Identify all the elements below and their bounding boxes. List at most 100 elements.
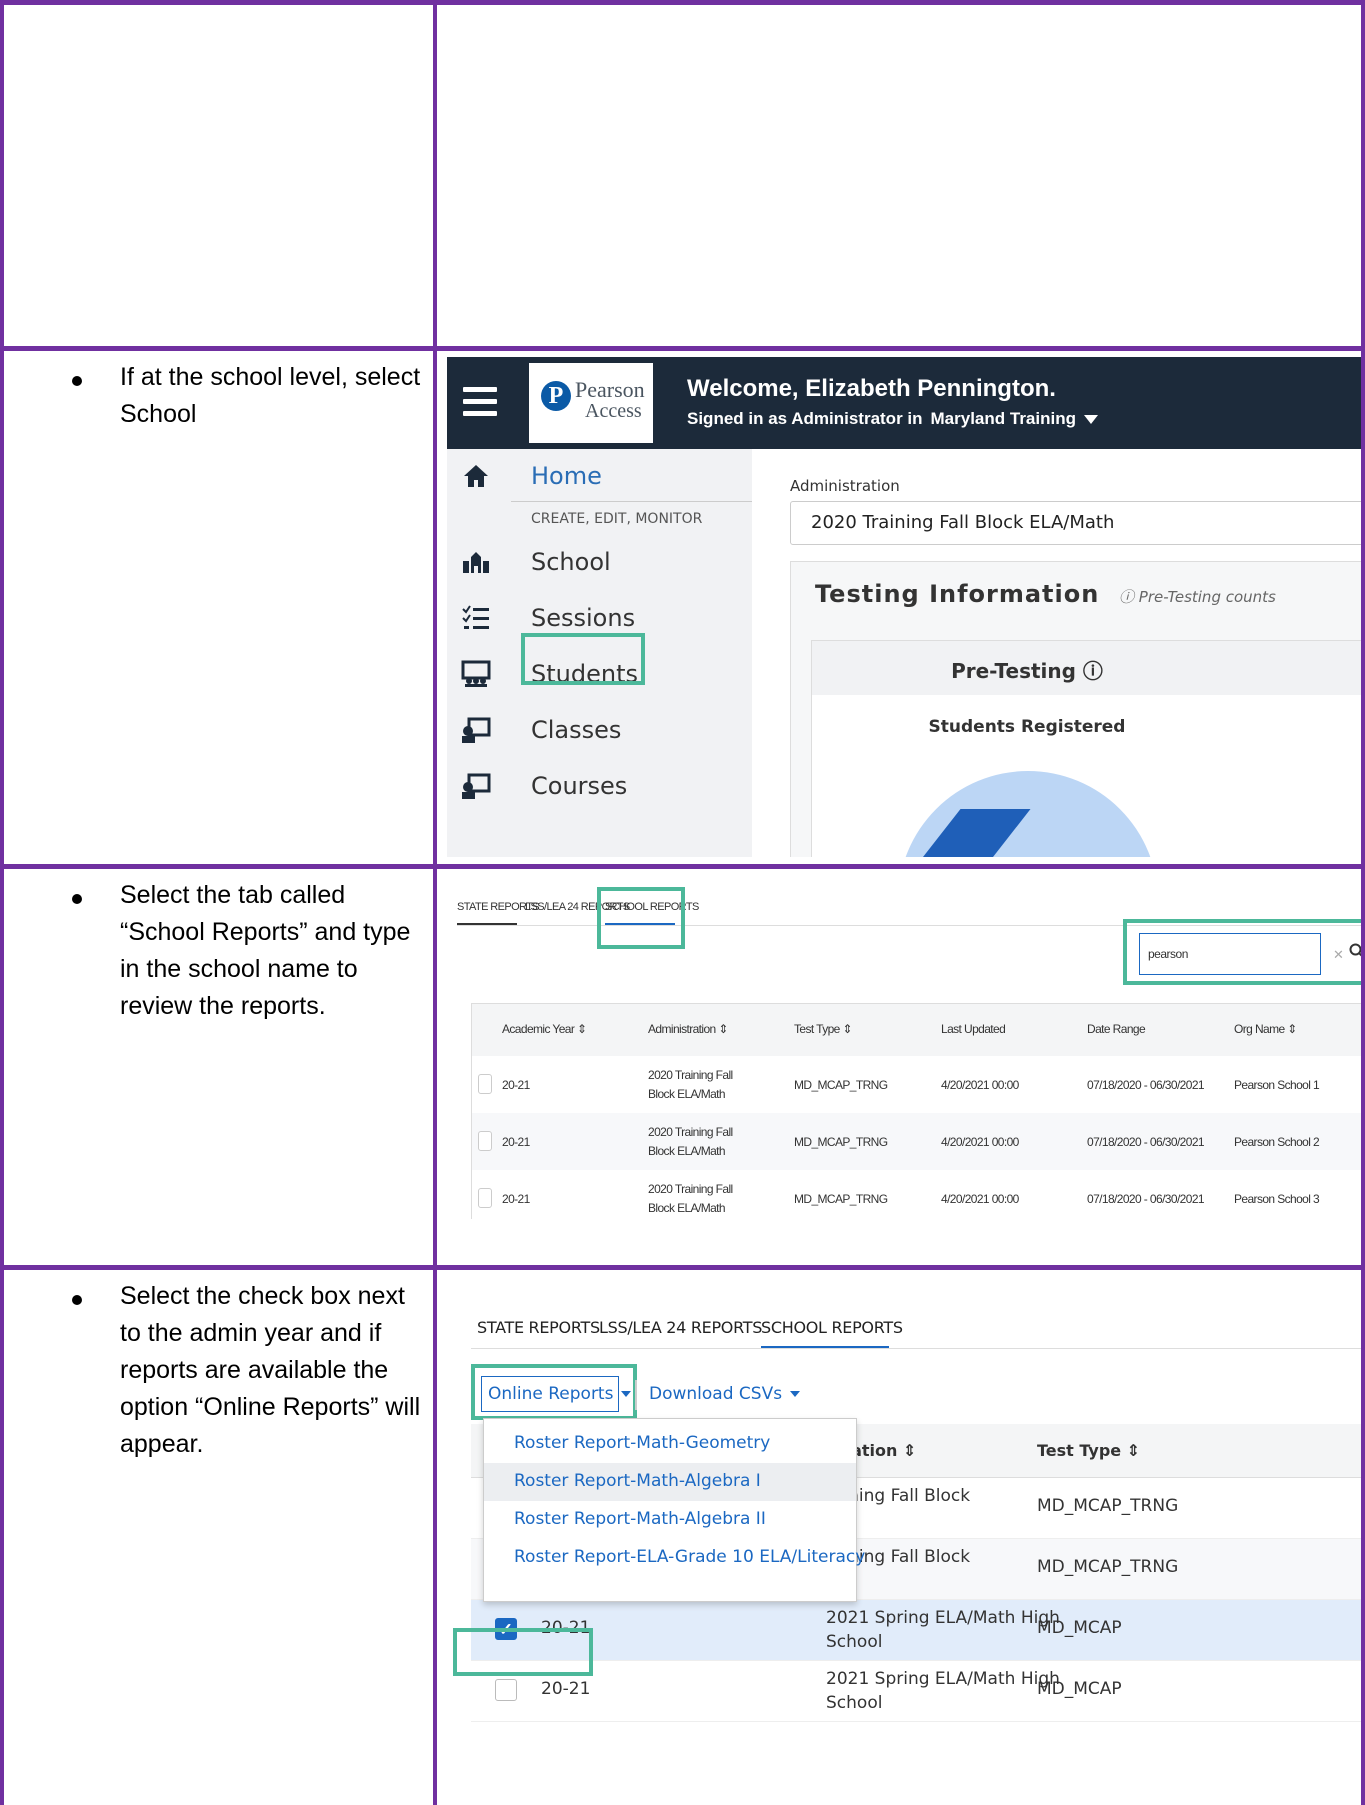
- active-tab-underline: [761, 1346, 889, 1348]
- table-row-selected: ✓ 20-21 2021 Spring ELA/Math High School …: [471, 1600, 1361, 1661]
- testing-information-panel: Testing Information ⓘ Pre-Testing counts…: [790, 561, 1361, 857]
- column-header: Date Range: [1087, 1022, 1146, 1036]
- online-reports-highlight-box: [471, 1364, 637, 1420]
- bullet: [72, 894, 82, 904]
- reports-search-screenshot: STATE REPORTS LSS/LEA 24 REPORTS SCHOOL …: [447, 877, 1361, 1219]
- screenshot-cell: STATE REPORTS LSS/LEA 24 REPORTS SCHOOL …: [437, 869, 1361, 1265]
- table-row: 20-21 2020 Training Fall Block ELA/Math …: [472, 1170, 1361, 1219]
- cell-test-type: MD_MCAP: [1037, 1679, 1122, 1699]
- column-header[interactable]: Test Type ⇕: [794, 1022, 853, 1036]
- org-selector[interactable]: Maryland Training: [931, 409, 1076, 428]
- row-empty: [0, 5, 1365, 346]
- pre-testing-title: Pre-Testing ⓘ: [951, 659, 1103, 683]
- tab-state-reports[interactable]: STATE REPORTS: [477, 1318, 600, 1337]
- pearson-access-screenshot: P Pearson Access Welcome, Elizabeth Penn…: [447, 357, 1361, 857]
- menu-icon[interactable]: [463, 387, 497, 417]
- row-select-school: If at the school level, select School P …: [0, 351, 1365, 864]
- row-checkbox[interactable]: [478, 1074, 492, 1094]
- download-csvs-button[interactable]: Download CSVs: [649, 1384, 801, 1404]
- instruction-cell: Select the tab called “School Reports” a…: [0, 869, 433, 1265]
- welcome-text: Welcome, Elizabeth Pennington.: [687, 375, 1056, 402]
- cell-academic-year: 20-21: [541, 1679, 591, 1699]
- menu-item-label: Roster Report-ELA-Grade 10 ELA/Literacy: [514, 1547, 866, 1567]
- administration-value: 2020 Training Fall Block ELA/Math: [811, 512, 1115, 533]
- menu-item-ela-grade-10[interactable]: Roster Report-ELA-Grade 10 ELA/Literacy: [484, 1539, 865, 1577]
- cell-administration: 2021 Spring ELA/Math High School: [826, 1669, 1060, 1713]
- cell-test-type: MD_MCAP_TRNG: [794, 1078, 888, 1092]
- pre-testing-card: Pre-Testing ⓘ Students Registered: [811, 640, 1361, 857]
- sidebar-label-courses: Courses: [531, 772, 628, 800]
- cell-administration: 2020 Training Fall Block ELA/Math: [648, 1182, 733, 1215]
- cell-academic-year: 20-21: [502, 1078, 530, 1092]
- cell-administration: 2021 Spring ELA/Math High School: [826, 1608, 1060, 1652]
- search-highlight-box: [1123, 919, 1361, 985]
- cell-last-updated: 4/20/2021 00:00: [941, 1078, 1019, 1092]
- checkbox-highlight-box: [453, 1628, 593, 1676]
- caret-down-icon[interactable]: [1084, 415, 1098, 425]
- sidebar-label-home: Home: [531, 462, 602, 490]
- sidebar-item-courses[interactable]: Courses: [447, 759, 752, 815]
- reports-table: Academic Year ⇕ Administration ⇕ Test Ty…: [471, 1003, 1361, 1219]
- column-header-test-type[interactable]: Test Type ⇕: [1037, 1441, 1140, 1460]
- students-icon: [461, 659, 491, 689]
- dashboard-main: Administration 2020 Training Fall Block …: [752, 449, 1361, 857]
- home-icon: [461, 461, 491, 491]
- pie-slice: [898, 809, 1031, 857]
- sidebar-label-classes: Classes: [531, 716, 622, 744]
- column-header: Last Updated: [941, 1022, 1006, 1036]
- row-checkbox[interactable]: [495, 1679, 517, 1701]
- cell-test-type: MD_MCAP_TRNG: [794, 1192, 888, 1206]
- button-separator: [635, 1380, 637, 1410]
- school-icon: [461, 547, 491, 577]
- administration-label: Administration: [790, 477, 900, 495]
- sidebar-item-home[interactable]: Home: [447, 449, 752, 505]
- sidebar-label-sessions: Sessions: [531, 604, 636, 632]
- cell-test-type: MD_MCAP: [1037, 1618, 1122, 1638]
- instruction-text: If at the school level, select School: [120, 363, 421, 428]
- tab-divider: [471, 1348, 1361, 1349]
- cell-org-name: Pearson School 3: [1234, 1192, 1320, 1206]
- row-checkbox[interactable]: [478, 1131, 492, 1151]
- cell-test-type: MD_MCAP_TRNG: [794, 1135, 888, 1149]
- sidebar-item-classes[interactable]: Classes: [447, 703, 752, 759]
- logo-text-access: Access: [585, 400, 642, 422]
- tab-lss-lea-reports[interactable]: LSS/LEA 24 REPORTS: [599, 1318, 762, 1337]
- cell-org-name: Pearson School 2: [1234, 1135, 1320, 1149]
- menu-item-algebra-2[interactable]: Roster Report-Math-Algebra II: [484, 1501, 856, 1539]
- menu-item-geometry[interactable]: Roster Report-Math-Geometry: [484, 1425, 856, 1463]
- cell-last-updated: 4/20/2021 00:00: [941, 1135, 1019, 1149]
- row-checkbox[interactable]: [478, 1188, 492, 1208]
- screenshot-cell: P Pearson Access Welcome, Elizabeth Penn…: [437, 351, 1361, 864]
- bullet: [72, 376, 82, 386]
- cell-org-name: Pearson School 1: [1234, 1078, 1320, 1092]
- students-registered-label: Students Registered: [928, 717, 1126, 737]
- cell-administration: 2020 Training Fall Block ELA/Math: [648, 1125, 733, 1158]
- cell-academic-year: 20-21: [502, 1135, 530, 1149]
- tab-school-reports[interactable]: SCHOOL REPORTS: [761, 1318, 903, 1337]
- students-registered-pie: [898, 771, 1158, 857]
- table-row: 20-21 2020 Training Fall Block ELA/Math …: [472, 1113, 1361, 1170]
- column-header[interactable]: Academic Year ⇕: [502, 1022, 587, 1036]
- instruction-table: If at the school level, select School P …: [0, 0, 1365, 1805]
- menu-item-algebra-1[interactable]: Roster Report-Math-Algebra I: [484, 1463, 856, 1501]
- row-online-reports: Select the check box next to the admin y…: [0, 1270, 1365, 1805]
- table-row: 20-21 2021 Spring ELA/Math High School MD…: [471, 1661, 1361, 1722]
- school-reports-highlight-box: [597, 887, 685, 949]
- instruction-cell: Select the check box next to the admin y…: [0, 1270, 433, 1805]
- cell-test-type: MD_MCAP_TRNG: [1037, 1557, 1179, 1577]
- row-school-reports-tab: Select the tab called “School Reports” a…: [0, 869, 1365, 1265]
- administration-select[interactable]: 2020 Training Fall Block ELA/Math: [790, 501, 1361, 545]
- menu-item-label: Roster Report-Math-Geometry: [514, 1433, 771, 1453]
- column-header[interactable]: Org Name ⇕: [1234, 1022, 1297, 1036]
- pearson-access-logo[interactable]: P Pearson Access: [529, 363, 653, 443]
- classes-icon: [461, 715, 491, 745]
- caret-down-icon: [790, 1391, 801, 1397]
- checklist-icon: [461, 603, 491, 633]
- sidebar-item-school[interactable]: School: [447, 535, 752, 591]
- pearson-logo-icon: P: [541, 381, 571, 411]
- column-header[interactable]: Administration ⇕: [648, 1022, 728, 1036]
- pre-testing-header: Pre-Testing ⓘ: [812, 641, 1361, 695]
- tab-underline: [457, 923, 517, 925]
- sidebar-subheading: CREATE, EDIT, MONITOR: [531, 511, 703, 527]
- instruction-text: Select the tab called “School Reports” a…: [120, 881, 411, 1020]
